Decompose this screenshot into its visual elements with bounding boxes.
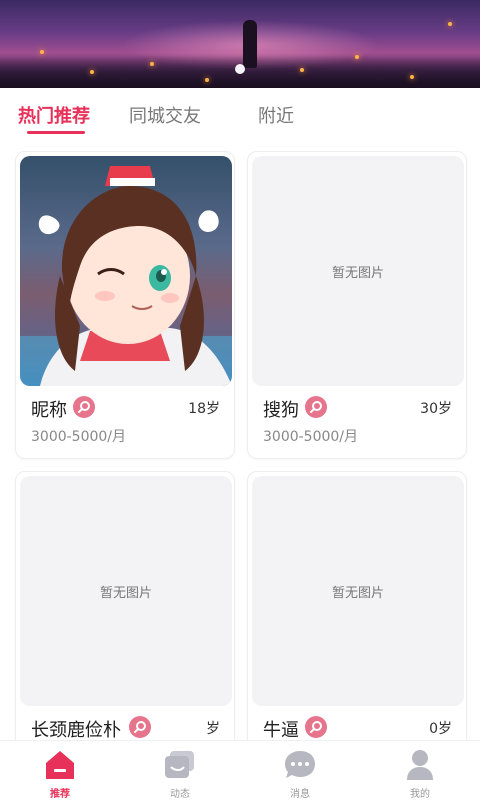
profile-age: 18岁: [188, 401, 220, 417]
profile-card[interactable]: 暂无图片 长颈鹿俭朴 岁: [15, 471, 235, 771]
home-icon: [46, 751, 74, 779]
profile-name: 长颈鹿俭朴: [31, 720, 121, 741]
firefly: [90, 70, 94, 74]
nav-label: 我的: [410, 789, 430, 800]
profile-age: 岁: [206, 721, 220, 737]
nav-label: 推荐: [50, 789, 70, 800]
tab-same-city[interactable]: 同城交友: [129, 102, 201, 128]
carousel-indicator-dot[interactable]: [235, 64, 245, 74]
nav-label: 动态: [170, 789, 190, 800]
search-icon: [310, 721, 322, 733]
tab-nearby[interactable]: 附近: [258, 102, 294, 128]
nav-recommend[interactable]: 推荐: [20, 747, 100, 800]
firefly: [410, 75, 414, 79]
firefly: [300, 68, 304, 72]
profile-name: 牛逼: [263, 720, 299, 741]
profile-age: 0岁: [429, 721, 452, 737]
firefly: [355, 55, 359, 59]
search-icon: [310, 401, 322, 413]
firefly: [40, 50, 44, 54]
search-badge[interactable]: [305, 396, 327, 418]
no-image-text: 暂无图片: [331, 265, 384, 281]
nav-label: 消息: [290, 789, 310, 800]
tab-hot-recommend[interactable]: 热门推荐: [18, 102, 90, 128]
search-icon: [78, 401, 90, 413]
profile-photo-placeholder: 暂无图片: [20, 476, 232, 706]
no-image-text: 暂无图片: [331, 585, 384, 601]
nav-messages[interactable]: 消息: [260, 747, 340, 800]
firefly: [150, 62, 154, 66]
user-icon: [407, 750, 433, 780]
search-badge[interactable]: [305, 716, 327, 738]
anime-girl-illustration: [20, 166, 232, 386]
profile-salary: 3000-5000/月: [31, 429, 127, 445]
nav-feed[interactable]: 动态: [140, 747, 220, 800]
search-badge[interactable]: [129, 716, 151, 738]
search-badge[interactable]: [73, 396, 95, 418]
profile-salary: 3000-5000/月: [263, 429, 359, 445]
top-banner-carousel[interactable]: [0, 0, 480, 88]
firefly: [205, 78, 209, 82]
feed-icon: [165, 751, 194, 778]
no-image-text: 暂无图片: [99, 585, 152, 601]
profile-photo-placeholder: 暂无图片: [252, 476, 464, 706]
nav-profile[interactable]: 我的: [380, 747, 460, 800]
firefly: [448, 22, 452, 26]
profile-card[interactable]: 昵称 18岁 3000-5000/月: [15, 151, 235, 459]
active-tab-indicator: [27, 131, 85, 134]
profile-photo-placeholder: 暂无图片: [252, 156, 464, 386]
profile-card[interactable]: 暂无图片 牛逼 0岁: [247, 471, 467, 771]
search-icon: [134, 721, 146, 733]
profile-photo-anime-girl: [20, 156, 232, 386]
profile-name: 昵称: [31, 400, 67, 421]
chat-icon: [285, 751, 315, 778]
bottom-navigation: 推荐 动态 消息 我的: [0, 740, 480, 800]
banner-girl-silhouette: [243, 20, 257, 68]
profile-name: 搜狗: [263, 400, 299, 421]
profile-card[interactable]: 暂无图片 搜狗 30岁 3000-5000/月: [247, 151, 467, 459]
profile-age: 30岁: [420, 401, 452, 417]
